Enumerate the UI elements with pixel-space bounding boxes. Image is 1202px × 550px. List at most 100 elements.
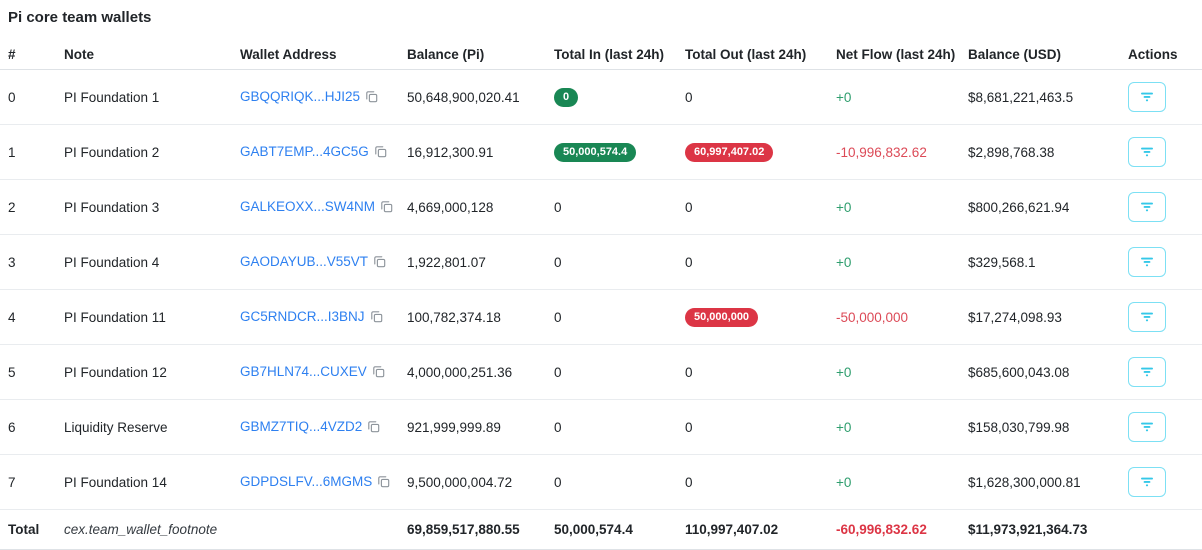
col-header-balance-usd: Balance (USD) (960, 40, 1120, 70)
wallet-address-link[interactable]: GABT7EMP...4GC5G (240, 144, 369, 159)
balance-pi: 921,999,999.89 (399, 400, 546, 455)
wallet-address-link[interactable]: GAODAYUB...V55VT (240, 254, 368, 269)
total-total-in: 50,000,574.4 (546, 510, 677, 550)
total-out-value: 0 (685, 475, 693, 490)
net-flow-value: +0 (836, 200, 851, 215)
row-filter-button[interactable] (1128, 467, 1166, 497)
col-header-net-flow: Net Flow (last 24h) (828, 40, 960, 70)
net-flow-value: -10,996,832.62 (836, 145, 927, 160)
balance-usd: $685,600,043.08 (960, 345, 1120, 400)
total-in-value: 50,000,574.4 (554, 143, 636, 162)
copy-icon[interactable] (380, 200, 393, 216)
col-header-wallet-address: Wallet Address (232, 40, 399, 70)
wallet-address-cell: GABT7EMP...4GC5G (232, 125, 399, 180)
row-filter-button[interactable] (1128, 192, 1166, 222)
total-balance-usd: $11,973,921,364.73 (960, 510, 1120, 550)
page-title: Pi core team wallets (0, 0, 1202, 27)
total-label: Total (0, 510, 56, 550)
balance-pi: 4,000,000,251.36 (399, 345, 546, 400)
copy-icon[interactable] (367, 420, 380, 436)
wallet-address-cell: GB7HLN74...CUXEV (232, 345, 399, 400)
copy-icon[interactable] (373, 255, 386, 271)
table-row: 1 PI Foundation 2 GABT7EMP...4GC5G 16,91… (0, 125, 1202, 180)
wallet-note: PI Foundation 2 (56, 125, 232, 180)
total-actions-cell (1120, 510, 1202, 550)
total-out-value: 0 (685, 90, 693, 105)
row-filter-button[interactable] (1128, 137, 1166, 167)
balance-usd: $800,266,621.94 (960, 180, 1120, 235)
wallet-address-link[interactable]: GC5RNDCR...I3BNJ (240, 309, 365, 324)
row-index: 4 (0, 290, 56, 345)
col-header-total-out: Total Out (last 24h) (677, 40, 828, 70)
wallet-address-link[interactable]: GB7HLN74...CUXEV (240, 364, 367, 379)
row-index: 7 (0, 455, 56, 510)
row-filter-button[interactable] (1128, 412, 1166, 442)
copy-icon[interactable] (377, 475, 390, 491)
table-row: 5 PI Foundation 12 GB7HLN74...CUXEV 4,00… (0, 345, 1202, 400)
copy-icon[interactable] (370, 310, 383, 326)
wallet-address-link[interactable]: GDPDSLFV...6MGMS (240, 474, 372, 489)
wallet-note: PI Foundation 11 (56, 290, 232, 345)
col-header-balance-pi: Balance (Pi) (399, 40, 546, 70)
row-filter-button[interactable] (1128, 82, 1166, 112)
copy-icon[interactable] (372, 365, 385, 381)
table-header-row: # Note Wallet Address Balance (Pi) Total… (0, 40, 1202, 70)
balance-pi: 100,782,374.18 (399, 290, 546, 345)
total-in-value: 0 (554, 365, 562, 380)
wallet-note: PI Foundation 4 (56, 235, 232, 290)
total-out-value: 0 (685, 365, 693, 380)
total-balance-pi: 69,859,517,880.55 (399, 510, 546, 550)
balance-usd: $158,030,799.98 (960, 400, 1120, 455)
net-flow-value: +0 (836, 365, 851, 380)
total-out-value: 0 (685, 200, 693, 215)
wallet-address-cell: GDPDSLFV...6MGMS (232, 455, 399, 510)
balance-usd: $2,898,768.38 (960, 125, 1120, 180)
balance-usd: $329,568.1 (960, 235, 1120, 290)
wallet-address-cell: GBQQRIQK...HJI25 (232, 70, 399, 125)
row-filter-button[interactable] (1128, 302, 1166, 332)
filter-icon (1140, 91, 1154, 103)
net-flow-value: +0 (836, 475, 851, 490)
row-index: 5 (0, 345, 56, 400)
copy-icon[interactable] (374, 145, 387, 161)
total-in-value: 0 (554, 88, 578, 107)
filter-icon (1140, 366, 1154, 378)
total-in-value: 0 (554, 420, 562, 435)
row-index: 1 (0, 125, 56, 180)
filter-icon (1140, 421, 1154, 433)
row-index: 3 (0, 235, 56, 290)
wallet-note: PI Foundation 14 (56, 455, 232, 510)
wallet-note: Liquidity Reserve (56, 400, 232, 455)
filter-icon (1140, 201, 1154, 213)
row-filter-button[interactable] (1128, 247, 1166, 277)
col-header-note: Note (56, 40, 232, 70)
row-index: 0 (0, 70, 56, 125)
table-row: 7 PI Foundation 14 GDPDSLFV...6MGMS 9,50… (0, 455, 1202, 510)
row-index: 2 (0, 180, 56, 235)
total-in-value: 0 (554, 310, 562, 325)
team-wallets-table: # Note Wallet Address Balance (Pi) Total… (0, 40, 1202, 550)
total-wallet-address-cell (232, 510, 399, 550)
table-row: 3 PI Foundation 4 GAODAYUB...V55VT 1,922… (0, 235, 1202, 290)
net-flow-value: -50,000,000 (836, 310, 908, 325)
copy-icon[interactable] (365, 90, 378, 106)
table-row: 2 PI Foundation 3 GALKEOXX...SW4NM 4,669… (0, 180, 1202, 235)
balance-pi: 16,912,300.91 (399, 125, 546, 180)
row-filter-button[interactable] (1128, 357, 1166, 387)
filter-icon (1140, 311, 1154, 323)
balance-pi: 1,922,801.07 (399, 235, 546, 290)
col-header-index: # (0, 40, 56, 70)
filter-icon (1140, 146, 1154, 158)
net-flow-value: +0 (836, 420, 851, 435)
total-out-value: 0 (685, 255, 693, 270)
wallet-address-link[interactable]: GBMZ7TIQ...4VZD2 (240, 419, 362, 434)
wallet-address-link[interactable]: GALKEOXX...SW4NM (240, 199, 375, 214)
total-net-flow: -60,996,832.62 (836, 522, 927, 537)
wallet-address-cell: GAODAYUB...V55VT (232, 235, 399, 290)
wallet-address-link[interactable]: GBQQRIQK...HJI25 (240, 89, 360, 104)
total-in-value: 0 (554, 255, 562, 270)
table-body: 0 PI Foundation 1 GBQQRIQK...HJI25 50,64… (0, 70, 1202, 510)
balance-usd: $17,274,098.93 (960, 290, 1120, 345)
total-footnote: cex.team_wallet_footnote (64, 522, 217, 537)
wallet-note: PI Foundation 12 (56, 345, 232, 400)
